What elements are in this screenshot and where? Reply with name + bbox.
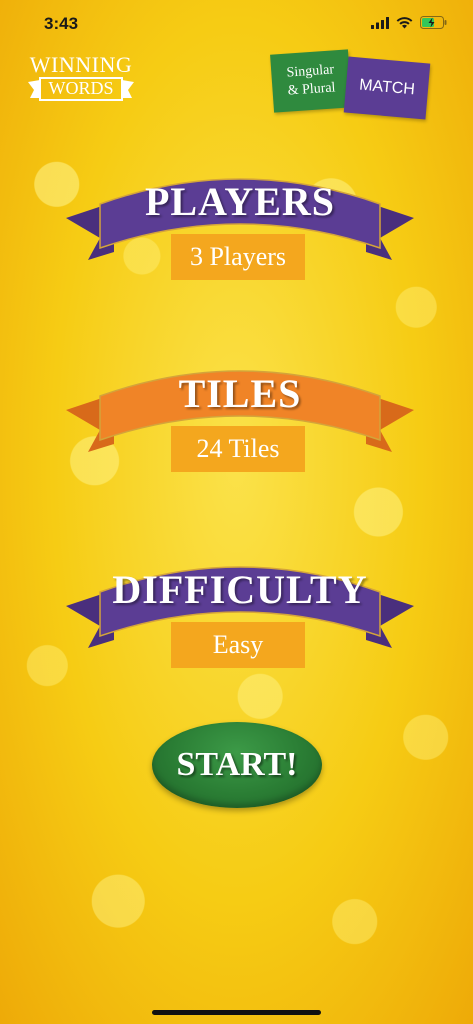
status-time: 3:43: [44, 14, 79, 33]
battery-charging-icon: [420, 16, 447, 34]
game-mode-badge: Singular & Plural MATCH: [270, 49, 432, 120]
logo-line2: WORDS: [48, 78, 114, 98]
match-badge: MATCH: [343, 56, 431, 120]
tiles-value-box[interactable]: 24 Tiles: [171, 426, 305, 472]
difficulty-value-box[interactable]: Easy: [171, 622, 305, 668]
home-indicator[interactable]: [152, 1010, 321, 1015]
players-value-box[interactable]: 3 Players: [171, 234, 305, 280]
difficulty-setting[interactable]: DIFFICULTY Easy: [64, 548, 416, 668]
tiles-title: TILES: [178, 371, 302, 416]
badge-line2: & Plural: [287, 80, 336, 99]
match-label: MATCH: [358, 76, 416, 99]
difficulty-title: DIFFICULTY: [112, 567, 368, 612]
winning-words-logo: WINNING WORDS: [22, 52, 140, 104]
start-button[interactable]: START!: [152, 722, 322, 808]
cellular-signal-icon: [371, 16, 389, 34]
singular-plural-badge: Singular & Plural: [270, 49, 352, 113]
status-bar: 3:43: [0, 0, 473, 50]
start-label: START!: [176, 746, 298, 783]
players-title: PLAYERS: [144, 179, 336, 224]
tiles-value: 24 Tiles: [196, 434, 280, 463]
logo-line1: WINNING: [29, 52, 133, 77]
players-setting[interactable]: PLAYERS 3 Players: [64, 160, 416, 280]
players-value: 3 Players: [189, 242, 287, 271]
wifi-icon: [396, 16, 413, 34]
status-icons: [371, 16, 447, 34]
difficulty-value: Easy: [212, 630, 264, 659]
tiles-setting[interactable]: TILES 24 Tiles: [64, 352, 416, 472]
